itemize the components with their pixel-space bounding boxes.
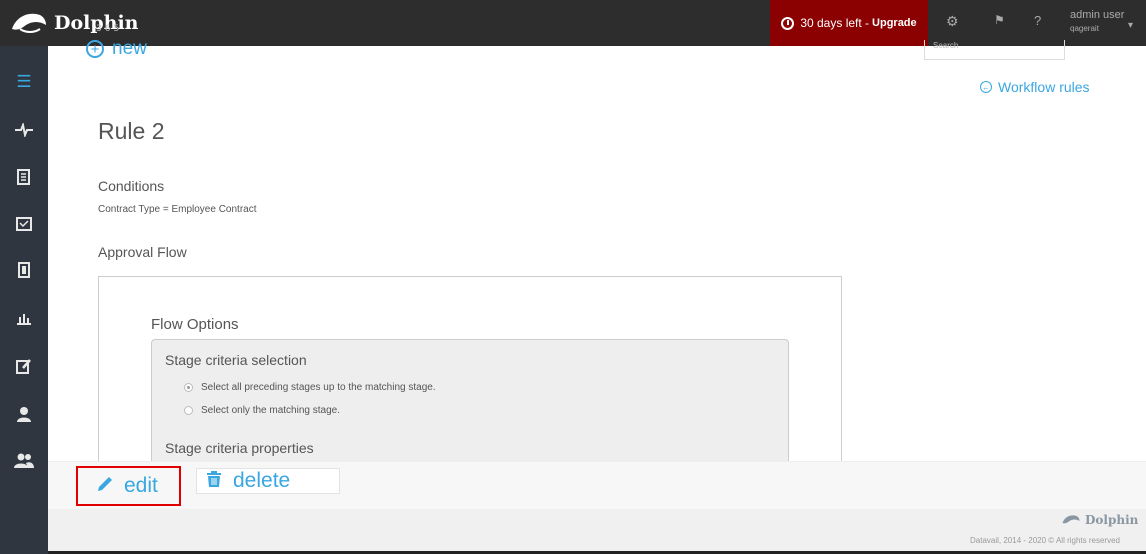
pencil-icon	[96, 475, 114, 498]
workflow-rules-link[interactable]: ← Workflow rules	[980, 79, 1090, 95]
footer: Dolphin Datavail, 2014 - 2020 © All righ…	[48, 509, 1146, 554]
gear-icon[interactable]: ⚙	[946, 13, 959, 30]
page-title: Rule 2	[98, 118, 165, 144]
brand-logo[interactable]: Dolphin	[10, 6, 139, 40]
delete-label: delete	[233, 469, 291, 492]
stage-criteria-properties-heading: Stage criteria properties	[165, 440, 314, 456]
conditions-text: Contract Type = Employee Contract	[98, 204, 257, 215]
footer-logo: Dolphin	[1060, 513, 1138, 527]
chevron-down-icon[interactable]: ▾	[1128, 20, 1133, 31]
radio-select-all-label: Select all preceding stages up to the ma…	[201, 382, 436, 393]
user-icon[interactable]	[0, 400, 48, 428]
trial-banner[interactable]: 30 days left - Upgrade	[770, 0, 928, 46]
dolphin-logo-icon	[1062, 515, 1080, 524]
help-button[interactable]: ?	[1034, 13, 1041, 28]
radio-select-only[interactable]: Select only the matching stage.	[184, 405, 340, 416]
radio-select-all[interactable]: Select all preceding stages up to the ma…	[184, 382, 436, 393]
sidebar: ☰	[0, 46, 48, 554]
workflow-rules-label: Workflow rules	[998, 79, 1090, 95]
menu-icon[interactable]: ☰	[0, 68, 48, 96]
new-label: new	[112, 38, 147, 59]
dolphin-logo-icon	[12, 13, 46, 33]
plus-circle-icon: +	[86, 40, 104, 58]
reports-icon[interactable]	[0, 304, 48, 332]
stage-criteria-selection-heading: Stage criteria selection	[165, 352, 307, 368]
flow-options-heading: Flow Options	[151, 316, 239, 333]
flag-icon[interactable]: ⚑	[994, 13, 1005, 27]
footer-brand: Dolphin	[1085, 513, 1139, 527]
pages-icon[interactable]	[0, 256, 48, 284]
action-bar: edit delete	[48, 461, 1146, 509]
clock-icon	[781, 16, 795, 30]
edit-doc-icon[interactable]	[0, 352, 48, 380]
copyright-text: Datavail, 2014 - 2020 © All rights reser…	[970, 536, 1120, 545]
main-content: + new Search ← Workflow rules Rule 2 Con…	[48, 38, 1146, 554]
users-icon[interactable]	[0, 446, 48, 474]
edit-button[interactable]: edit	[76, 466, 181, 506]
edit-label: edit	[124, 474, 158, 497]
radio-unselected-icon[interactable]	[184, 406, 193, 415]
search-input[interactable]: Search	[924, 40, 1065, 60]
trial-text: 30 days left -	[800, 16, 870, 30]
user-menu[interactable]: admin user qagerait	[1070, 8, 1124, 36]
user-org: qagerait	[1070, 24, 1099, 33]
radio-select-only-label: Select only the matching stage.	[201, 405, 340, 416]
delete-button[interactable]: delete	[196, 468, 340, 494]
new-rule-link[interactable]: + new	[86, 38, 147, 60]
radio-selected-icon[interactable]	[184, 383, 193, 392]
documents-icon[interactable]	[0, 163, 48, 191]
conditions-heading: Conditions	[98, 178, 165, 194]
activity-icon[interactable]	[0, 116, 48, 144]
arrow-left-circle-icon: ←	[980, 81, 992, 93]
brand-sub: 365	[96, 24, 123, 34]
upgrade-link[interactable]: Upgrade	[872, 17, 917, 29]
trash-icon	[205, 470, 223, 493]
approval-flow-heading: Approval Flow	[98, 244, 187, 260]
inbox-icon[interactable]	[0, 210, 48, 238]
user-name: admin user	[1070, 9, 1125, 21]
